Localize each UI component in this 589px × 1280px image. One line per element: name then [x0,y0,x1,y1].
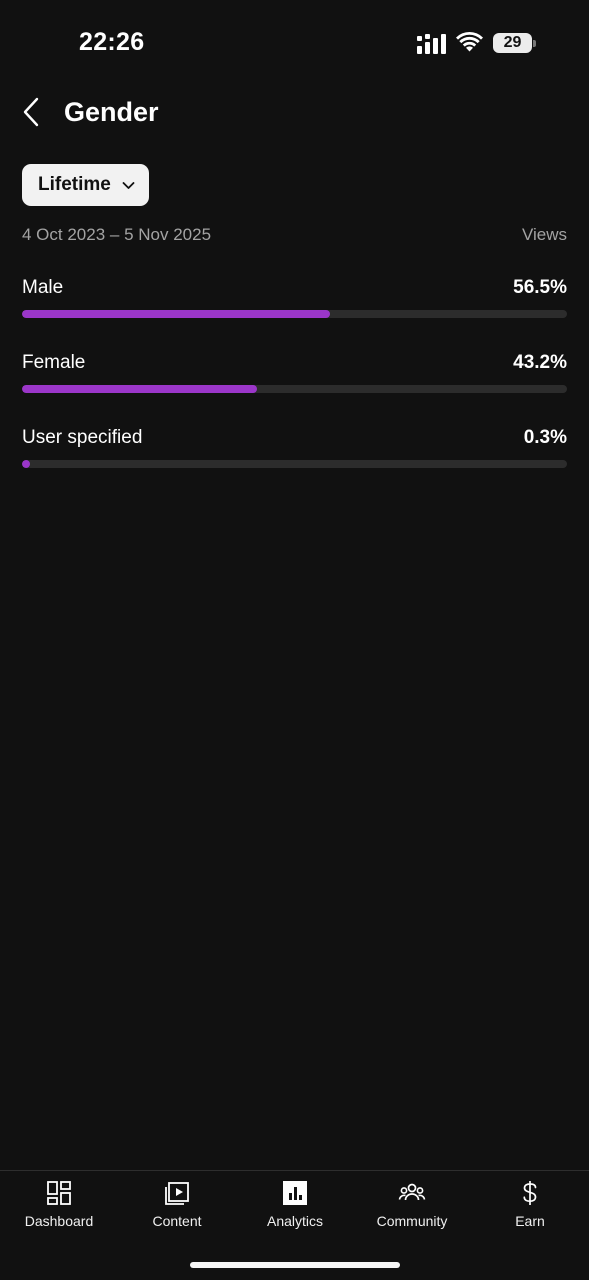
nav-item-analytics[interactable]: Analytics [236,1179,354,1239]
community-icon [398,1183,426,1201]
gender-row-user-specified: User specified 0.3% [22,426,567,501]
gender-label: User specified [22,427,143,448]
chevron-left-icon[interactable] [20,96,44,128]
date-range: 4 Oct 2023 – 5 Nov 2025 [22,225,212,244]
progress-bar-fill [22,460,30,468]
gender-label: Male [22,277,64,298]
home-indicator [190,1262,400,1268]
dashboard-icon [47,1181,71,1205]
gender-percentage: 43.2% [513,352,567,373]
gender-percentage: 0.3% [523,427,567,448]
battery-icon: 29 [493,33,536,53]
period-label: Lifetime [38,174,111,195]
nav-label: Community [376,1213,448,1229]
nav-item-dashboard[interactable]: Dashboard [0,1179,118,1239]
page-title: Gender [64,97,159,127]
nav-label: Dashboard [24,1213,94,1229]
status-time: 22:26 [79,28,145,56]
nav-label: Earn [515,1213,545,1229]
progress-bar-fill [22,310,330,318]
metric-label: Views [521,225,567,244]
nav-item-content[interactable]: Content [118,1179,236,1239]
gender-row-female: Female 43.2% [22,351,567,426]
dollar-icon [523,1181,537,1205]
nav-item-community[interactable]: Community [353,1179,471,1239]
progress-bar-track [22,385,567,393]
period-dropdown[interactable]: Lifetime [22,164,149,206]
content-icon [165,1182,189,1205]
wifi-icon [456,31,483,52]
signal-icon [417,34,446,54]
gender-percentage: 56.5% [513,277,567,298]
progress-bar-track [22,460,567,468]
nav-label: Analytics [266,1213,324,1229]
chevron-down-icon [122,181,135,189]
status-bar: 22:26 29 [0,0,589,88]
nav-item-earn[interactable]: Earn [471,1179,589,1239]
analytics-icon [283,1181,307,1205]
gender-row-male: Male 56.5% [22,276,567,351]
battery-level: 29 [503,34,522,51]
nav-label: Content [152,1213,202,1229]
gender-list: Male 56.5% Female 43.2% User specified 0… [22,276,567,501]
progress-bar-track [22,310,567,318]
progress-bar-fill [22,385,258,393]
gender-label: Female [22,352,86,373]
